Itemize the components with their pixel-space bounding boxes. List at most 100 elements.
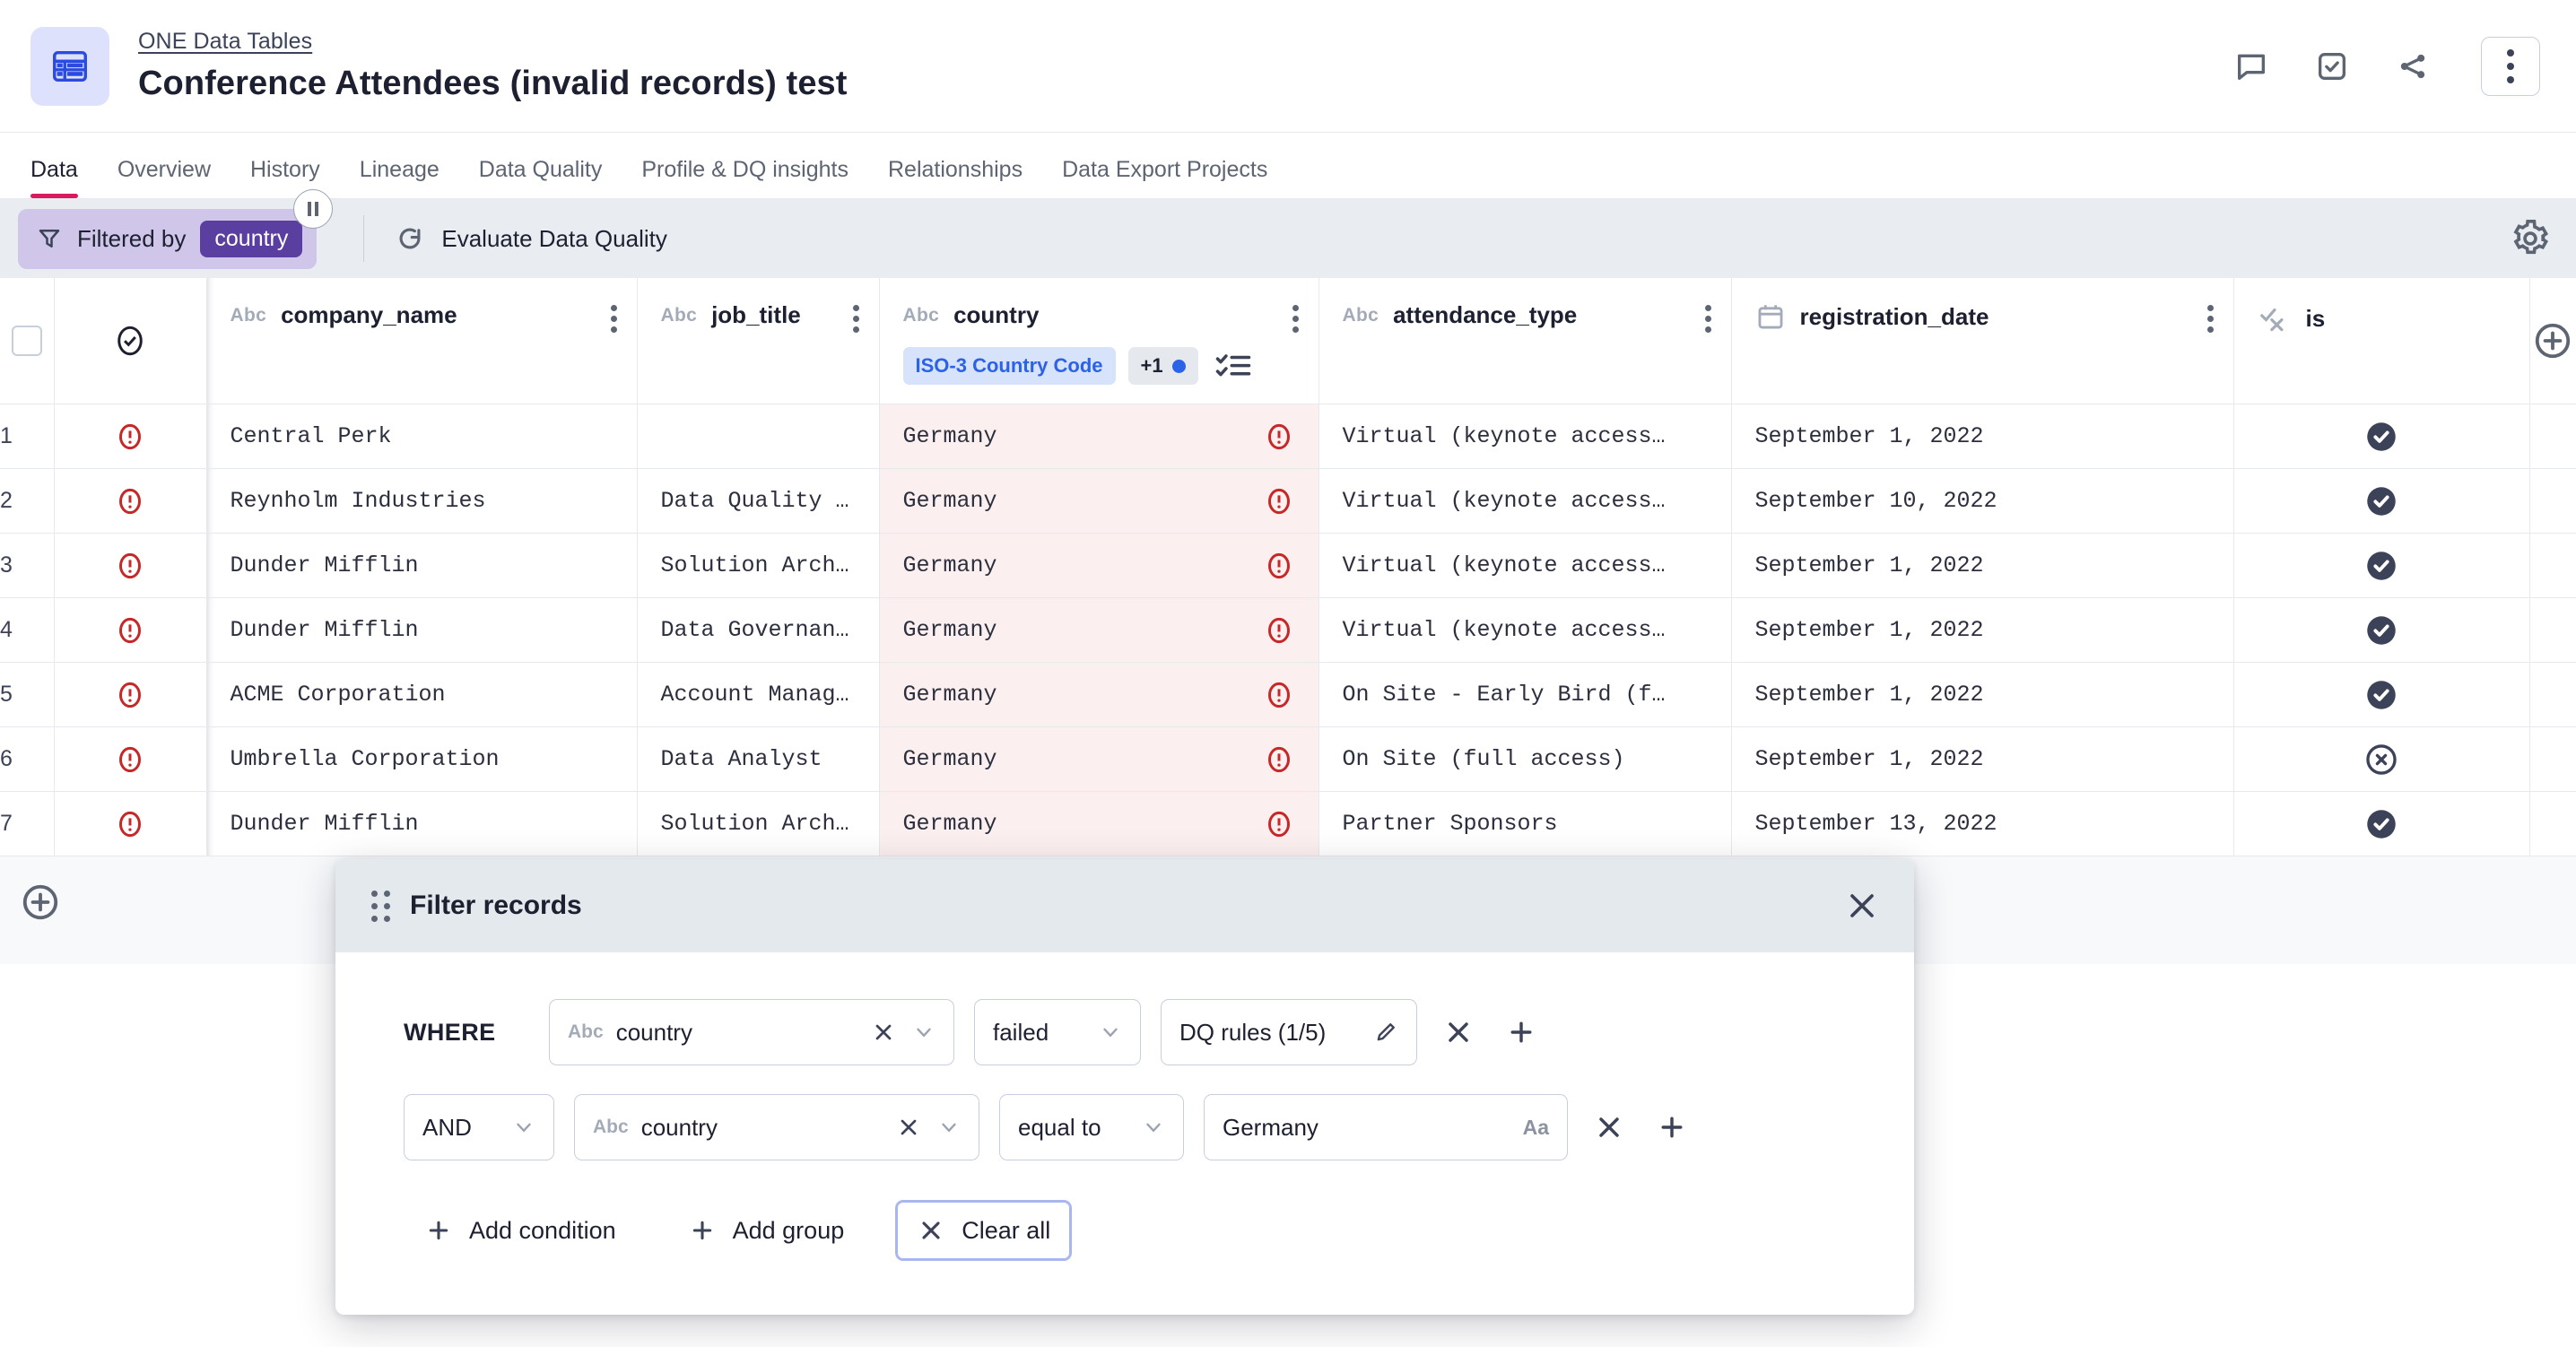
tab-overview[interactable]: Overview: [98, 157, 231, 198]
case-sensitive-icon[interactable]: Aa: [1523, 1116, 1549, 1140]
operator-select[interactable]: failed: [974, 999, 1141, 1065]
tab-lineage[interactable]: Lineage: [340, 157, 459, 198]
cell-attendance-type[interactable]: Virtual (keynote access…: [1318, 404, 1731, 469]
share-icon[interactable]: [2393, 47, 2432, 86]
cell-attendance-type[interactable]: Virtual (keynote access…: [1318, 598, 1731, 663]
cell-registration-date[interactable]: September 1, 2022: [1731, 727, 2233, 792]
cell-country[interactable]: Germany: [879, 792, 1318, 856]
column-header-attendance-type[interactable]: Abc attendance_type: [1318, 278, 1731, 404]
column-header-company-name[interactable]: Abc company_name: [206, 278, 637, 404]
table-row[interactable]: 3 Dunder Mifflin Solution Architect Germ…: [0, 534, 2576, 598]
chevron-down-icon[interactable]: [1099, 1021, 1122, 1044]
cell-job-title[interactable]: Data Analyst: [637, 727, 879, 792]
cell-registration-date[interactable]: September 1, 2022: [1731, 663, 2233, 727]
table-row[interactable]: 4 Dunder Mifflin Data Governance Germany…: [0, 598, 2576, 663]
cell-attendance-type[interactable]: On Site - Early Bird (f…: [1318, 663, 1731, 727]
cell-is-boolean[interactable]: [2233, 727, 2529, 792]
cell-registration-date[interactable]: September 1, 2022: [1731, 598, 2233, 663]
cell-country[interactable]: Germany: [879, 727, 1318, 792]
remove-condition-icon[interactable]: [1588, 1106, 1631, 1149]
comment-icon[interactable]: [2232, 47, 2271, 86]
clear-field-icon[interactable]: [871, 1020, 896, 1045]
column-menu-icon[interactable]: [853, 305, 859, 333]
table-row[interactable]: 6 Umbrella Corporation Data Analyst Germ…: [0, 727, 2576, 792]
column-header-job-title[interactable]: Abc job_title: [637, 278, 879, 404]
cell-attendance-type[interactable]: Partner Sponsors: [1318, 792, 1731, 856]
dq-rule-badge[interactable]: ISO-3 Country Code: [903, 347, 1116, 385]
cell-is-boolean[interactable]: [2233, 598, 2529, 663]
gear-icon[interactable]: [2510, 218, 2551, 259]
cell-is-boolean[interactable]: [2233, 663, 2529, 727]
remove-condition-icon[interactable]: [1437, 1011, 1480, 1054]
chevron-down-icon[interactable]: [912, 1021, 936, 1044]
breadcrumb-link[interactable]: ONE Data Tables: [138, 29, 848, 55]
dq-rules-value[interactable]: DQ rules (1/5): [1161, 999, 1417, 1065]
cell-attendance-type[interactable]: Virtual (keynote access…: [1318, 534, 1731, 598]
cell-job-title[interactable]: Solution Architect: [637, 792, 879, 856]
clear-field-icon[interactable]: [896, 1115, 921, 1140]
cell-country[interactable]: Germany: [879, 404, 1318, 469]
column-menu-icon[interactable]: [611, 305, 617, 333]
tab-data[interactable]: Data: [30, 157, 98, 198]
cell-job-title[interactable]: Solution Architect: [637, 534, 879, 598]
add-group-button[interactable]: Add group: [667, 1201, 866, 1260]
row-error-cell[interactable]: [54, 534, 206, 598]
cell-registration-date[interactable]: September 13, 2022: [1731, 792, 2233, 856]
cell-country[interactable]: Germany: [879, 598, 1318, 663]
table-row[interactable]: 1 Central Perk Germany Virtual (keynote …: [0, 404, 2576, 469]
cell-is-boolean[interactable]: [2233, 534, 2529, 598]
row-error-cell[interactable]: [54, 598, 206, 663]
cell-registration-date[interactable]: September 10, 2022: [1731, 469, 2233, 534]
column-menu-icon[interactable]: [1292, 305, 1299, 333]
checklist-icon[interactable]: [1214, 347, 1252, 385]
column-header-registration-date[interactable]: registration_date: [1731, 278, 2233, 404]
chevron-down-icon[interactable]: [937, 1116, 961, 1139]
cell-company-name[interactable]: Reynholm Industries: [206, 469, 637, 534]
cell-company-name[interactable]: Dunder Mifflin: [206, 792, 637, 856]
table-row[interactable]: 5 ACME Corporation Account Manager Germa…: [0, 663, 2576, 727]
task-check-icon[interactable]: [2312, 47, 2352, 86]
cell-company-name[interactable]: ACME Corporation: [206, 663, 637, 727]
evaluate-data-quality-button[interactable]: Evaluate Data Quality: [395, 223, 666, 254]
add-condition-button[interactable]: Add condition: [404, 1201, 637, 1260]
row-error-cell[interactable]: [54, 469, 206, 534]
drag-handle-icon[interactable]: [371, 891, 390, 922]
close-icon[interactable]: [1842, 886, 1882, 926]
pause-filter-button[interactable]: [293, 189, 333, 229]
clear-all-button[interactable]: Clear all: [895, 1200, 1072, 1261]
extra-rules-badge[interactable]: +1: [1128, 347, 1198, 385]
cell-is-boolean[interactable]: [2233, 469, 2529, 534]
add-condition-inline-icon[interactable]: [1650, 1106, 1693, 1149]
cell-company-name[interactable]: Central Perk: [206, 404, 637, 469]
column-header-country[interactable]: Abc country ISO-3 Country Code +1: [879, 278, 1318, 404]
add-condition-inline-icon[interactable]: [1500, 1011, 1543, 1054]
chevron-down-icon[interactable]: [1142, 1116, 1165, 1139]
cell-company-name[interactable]: Dunder Mifflin: [206, 534, 637, 598]
cell-job-title[interactable]: [637, 404, 879, 469]
row-error-cell[interactable]: [54, 727, 206, 792]
tab-relationships[interactable]: Relationships: [868, 157, 1042, 198]
table-row[interactable]: 7 Dunder Mifflin Solution Architect Germ…: [0, 792, 2576, 856]
add-column-button[interactable]: [2530, 278, 2576, 404]
row-error-cell[interactable]: [54, 792, 206, 856]
column-menu-icon[interactable]: [1705, 305, 1711, 333]
cell-attendance-type[interactable]: Virtual (keynote access…: [1318, 469, 1731, 534]
cell-registration-date[interactable]: September 1, 2022: [1731, 534, 2233, 598]
column-menu-icon[interactable]: [2207, 305, 2214, 333]
value-input[interactable]: Germany Aa: [1204, 1094, 1568, 1160]
cell-company-name[interactable]: Umbrella Corporation: [206, 727, 637, 792]
dq-check-icon[interactable]: [111, 322, 149, 360]
cell-attendance-type[interactable]: On Site (full access): [1318, 727, 1731, 792]
cell-registration-date[interactable]: September 1, 2022: [1731, 404, 2233, 469]
logical-operator-select[interactable]: AND: [404, 1094, 554, 1160]
cell-country[interactable]: Germany: [879, 534, 1318, 598]
pencil-icon[interactable]: [1373, 1020, 1398, 1045]
chevron-down-icon[interactable]: [512, 1116, 535, 1139]
cell-company-name[interactable]: Dunder Mifflin: [206, 598, 637, 663]
cell-job-title[interactable]: Data Quality Engineer: [637, 469, 879, 534]
filtered-by-pill[interactable]: Filtered by country: [18, 209, 317, 269]
table-row[interactable]: 2 Reynholm Industries Data Quality Engin…: [0, 469, 2576, 534]
operator-select[interactable]: equal to: [999, 1094, 1184, 1160]
row-error-cell[interactable]: [54, 404, 206, 469]
field-select[interactable]: Abc country: [549, 999, 954, 1065]
